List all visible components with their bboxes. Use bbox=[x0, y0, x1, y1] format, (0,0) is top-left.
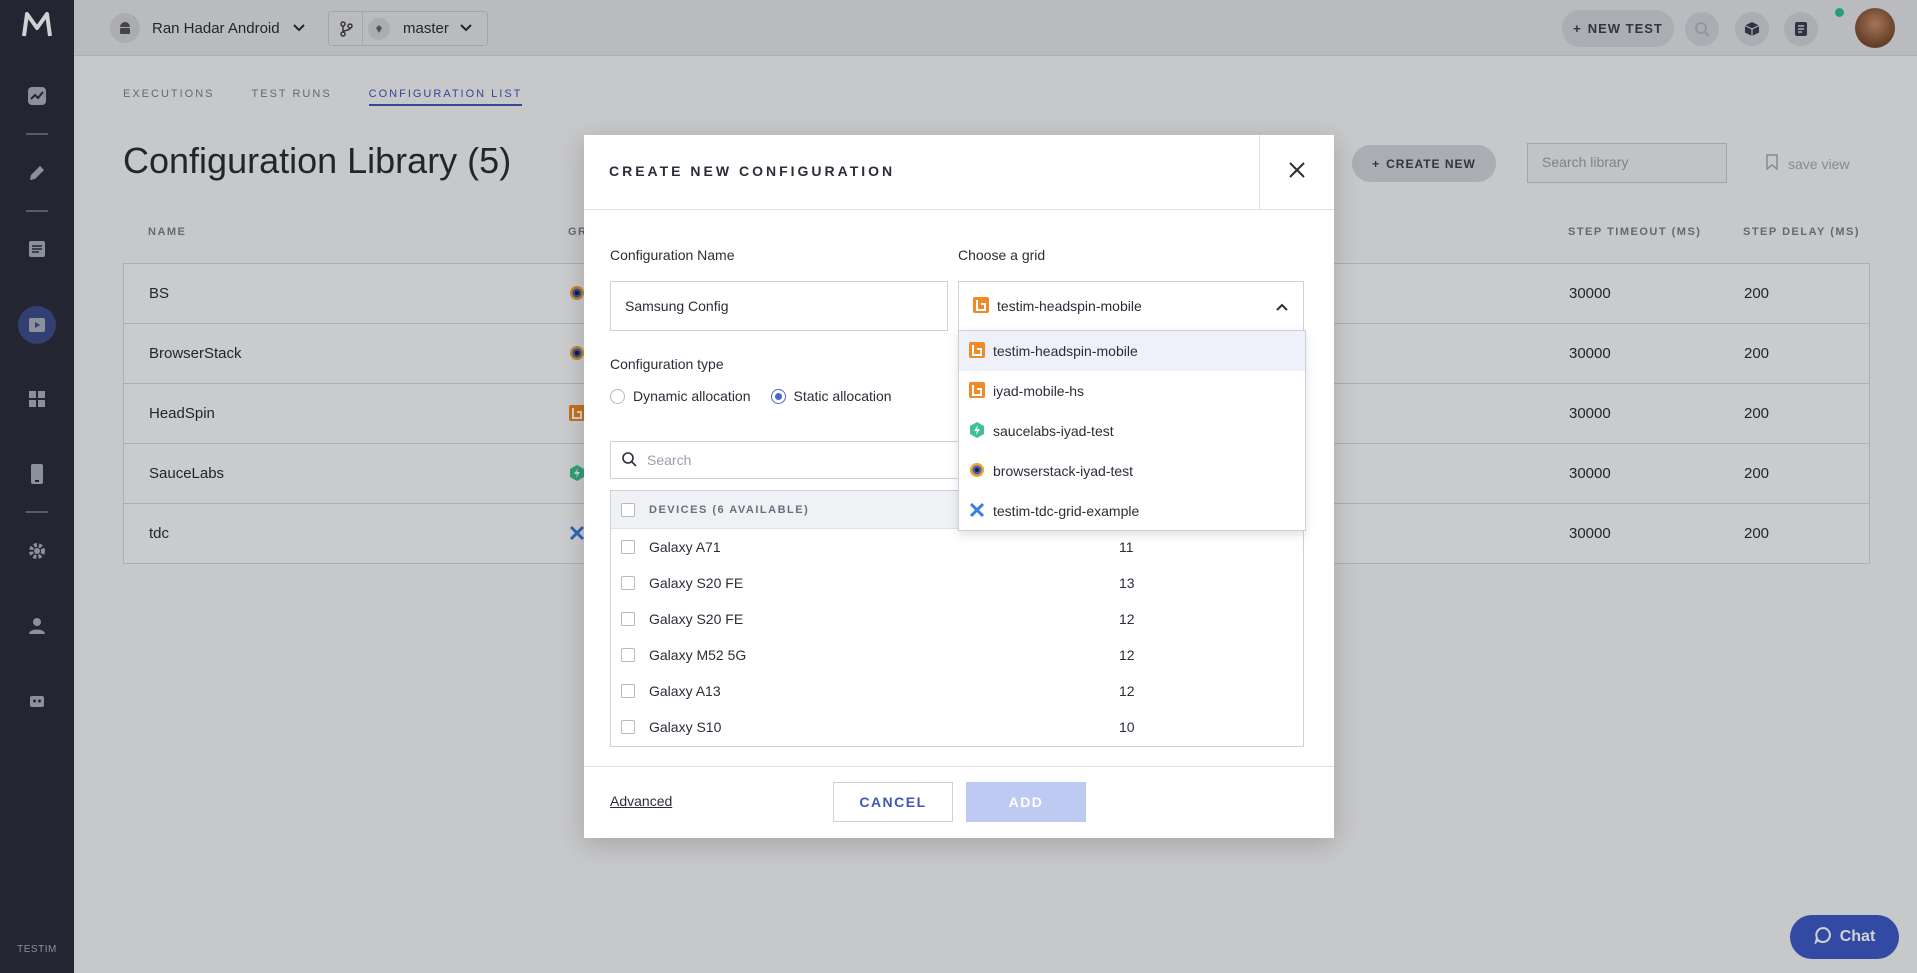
grid-option[interactable]: browserstack-iyad-test bbox=[959, 451, 1305, 491]
modal-title: CREATE NEW CONFIGURATION bbox=[609, 163, 896, 179]
device-checkbox[interactable] bbox=[621, 684, 635, 698]
device-row[interactable]: Galaxy S20 FE 13 bbox=[611, 565, 1303, 601]
saucelabs-icon bbox=[969, 421, 985, 441]
grid-option-label: testim-tdc-grid-example bbox=[993, 503, 1140, 519]
grid-option[interactable]: testim-tdc-grid-example bbox=[959, 491, 1305, 531]
tdc-icon bbox=[969, 502, 985, 521]
device-row[interactable]: Galaxy A71 11 bbox=[611, 529, 1303, 565]
choose-grid-label: Choose a grid bbox=[958, 247, 1046, 263]
config-name-input[interactable]: Samsung Config bbox=[610, 281, 948, 331]
device-version: 13 bbox=[1119, 575, 1135, 591]
device-name: Galaxy S20 FE bbox=[649, 611, 744, 627]
grid-option-label: saucelabs-iyad-test bbox=[993, 423, 1114, 439]
device-checkbox[interactable] bbox=[621, 720, 635, 734]
grid-option-label: iyad-mobile-hs bbox=[993, 383, 1085, 399]
headspin-icon bbox=[973, 296, 989, 316]
grid-select[interactable]: testim-headspin-mobile bbox=[958, 281, 1304, 331]
device-name: Galaxy A13 bbox=[649, 683, 721, 699]
device-version: 12 bbox=[1119, 647, 1135, 663]
device-name: Galaxy M52 5G bbox=[649, 647, 747, 663]
device-checkbox[interactable] bbox=[621, 540, 635, 554]
chevron-up-icon bbox=[1275, 299, 1289, 315]
advanced-link[interactable]: Advanced bbox=[610, 793, 672, 809]
grid-select-value: testim-headspin-mobile bbox=[997, 298, 1142, 314]
device-row[interactable]: Galaxy S10 10 bbox=[611, 709, 1303, 745]
config-type-label: Configuration type bbox=[610, 356, 724, 372]
device-row[interactable]: Galaxy M52 5G 12 bbox=[611, 637, 1303, 673]
close-button[interactable] bbox=[1259, 135, 1334, 210]
grid-option-label: browserstack-iyad-test bbox=[993, 463, 1134, 479]
headspin-icon bbox=[969, 341, 985, 361]
device-name: Galaxy S10 bbox=[649, 719, 722, 735]
device-name: Galaxy A71 bbox=[649, 539, 721, 555]
cancel-button[interactable]: CANCEL bbox=[833, 782, 953, 822]
device-name: Galaxy S20 FE bbox=[649, 575, 744, 591]
config-name-label: Configuration Name bbox=[610, 247, 735, 263]
device-version: 11 bbox=[1119, 539, 1134, 555]
grid-option-label: testim-headspin-mobile bbox=[993, 343, 1138, 359]
modal-header: CREATE NEW CONFIGURATION bbox=[584, 135, 1334, 210]
headspin-icon bbox=[969, 381, 985, 401]
grid-option[interactable]: testim-headspin-mobile bbox=[959, 331, 1305, 371]
device-version: 12 bbox=[1119, 611, 1135, 627]
device-version: 12 bbox=[1119, 683, 1135, 699]
grid-dropdown-menu: testim-headspin-mobile iyad-mobile-hs sa… bbox=[958, 330, 1306, 531]
device-search-placeholder: Search bbox=[647, 452, 692, 468]
device-row[interactable]: Galaxy S20 FE 12 bbox=[611, 601, 1303, 637]
config-type-radio-group: Dynamic allocation Static allocation bbox=[610, 388, 892, 404]
close-icon bbox=[1288, 161, 1306, 184]
browserstack-icon bbox=[969, 462, 985, 481]
radio-static-label[interactable]: Static allocation bbox=[794, 388, 892, 404]
radio-static[interactable] bbox=[770, 388, 786, 404]
device-checkbox[interactable] bbox=[621, 576, 635, 590]
modal-footer: Advanced CANCEL ADD bbox=[584, 766, 1334, 838]
radio-dynamic-label[interactable]: Dynamic allocation bbox=[633, 388, 751, 404]
radio-dynamic[interactable] bbox=[610, 388, 625, 404]
device-version: 10 bbox=[1119, 719, 1135, 735]
device-row[interactable]: Galaxy A13 12 bbox=[611, 673, 1303, 709]
add-button[interactable]: ADD bbox=[966, 782, 1086, 822]
grid-option[interactable]: iyad-mobile-hs bbox=[959, 371, 1305, 411]
device-checkbox[interactable] bbox=[621, 648, 635, 662]
grid-option[interactable]: saucelabs-iyad-test bbox=[959, 411, 1305, 451]
search-icon bbox=[621, 451, 637, 470]
select-all-checkbox[interactable] bbox=[621, 502, 635, 517]
device-checkbox[interactable] bbox=[621, 612, 635, 626]
devices-header-label: DEVICES (6 AVAILABLE) bbox=[649, 503, 810, 516]
